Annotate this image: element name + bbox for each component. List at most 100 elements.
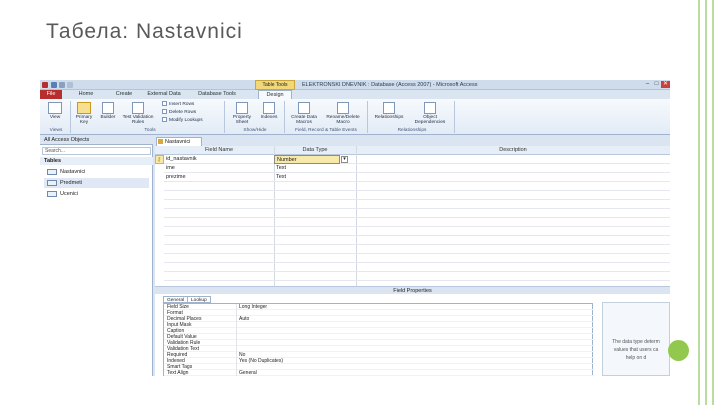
nav-pane-header[interactable]: All Access Objects — [40, 136, 153, 145]
object-dependencies-button[interactable]: Object Dependencies — [410, 102, 450, 125]
table-tools-context-tab: Table Tools — [255, 80, 295, 90]
header-data-type: Data Type — [302, 147, 328, 153]
separator — [454, 101, 455, 133]
save-icon[interactable] — [51, 82, 57, 88]
nav-group-tables[interactable]: Tables — [40, 157, 153, 165]
modify-lookups-button[interactable]: Modify Lookups — [162, 117, 203, 124]
field-properties-table: Field Size Long Integer Format Decimal Pl… — [163, 303, 594, 376]
help-text-line: The data type determ — [612, 339, 660, 345]
table-icon — [47, 169, 57, 175]
table-design-icon — [158, 139, 163, 144]
tab-design[interactable]: Design — [258, 90, 292, 99]
indexes-button[interactable]: Indexes — [258, 102, 280, 120]
slide: Табела: Nastavnici Table Tools ELEKTRONS… — [0, 0, 720, 405]
redo-icon[interactable] — [67, 82, 73, 88]
group-label-relationships: Relationships — [397, 128, 427, 133]
title-bar: Table Tools ELEKTRONSKI DNEVNIK : Databa… — [40, 80, 670, 90]
rename-delete-macro-button[interactable]: Rename/Delete Macro — [323, 102, 363, 125]
test-validation-rules-button[interactable]: Test Validation Rules — [120, 102, 156, 125]
field-row: ime Text — [164, 164, 670, 173]
decorative-line — [698, 0, 700, 405]
data-type-dropdown[interactable]: ▾ — [341, 156, 348, 163]
insert-rows-icon — [162, 101, 167, 106]
minimize-button[interactable]: – — [643, 81, 652, 88]
property-sheet-button[interactable]: Property Sheet — [228, 102, 256, 125]
field-name-cell[interactable]: prezime — [164, 173, 274, 182]
tab-nastavnici[interactable]: Nastavnici — [156, 137, 202, 146]
empty-row[interactable] — [164, 191, 670, 200]
field-row: id_nastavnik Number ▾ — [164, 155, 670, 164]
group-label-show-hide: Show/Hide — [243, 128, 267, 133]
delete-rows-icon — [162, 109, 167, 114]
help-text-line: values that users ca — [613, 347, 659, 353]
separator — [224, 101, 225, 133]
decorative-circle — [668, 340, 689, 361]
decorative-line — [712, 0, 714, 405]
nav-item-ucenici[interactable]: Ucenici — [44, 189, 149, 199]
tab-lookup[interactable]: Lookup — [187, 296, 211, 303]
data-type-cell[interactable]: Text — [274, 173, 356, 182]
empty-row[interactable] — [164, 209, 670, 218]
tab-create[interactable]: Create — [110, 90, 138, 99]
undo-icon[interactable] — [59, 82, 65, 88]
builder-button[interactable]: Builder — [98, 102, 118, 120]
empty-row[interactable] — [164, 272, 670, 281]
tab-database-tools[interactable]: Database Tools — [192, 90, 242, 99]
table-design-view: Field Name Data Type Description ⚷ id_na… — [155, 146, 670, 376]
nav-item-nastavnici[interactable]: Nastavnici — [44, 167, 149, 177]
field-properties-help: The data type determ values that users c… — [602, 302, 670, 376]
view-icon — [48, 102, 62, 114]
nav-search-input[interactable]: Search... — [42, 147, 151, 155]
data-type-cell[interactable]: Text — [274, 164, 356, 173]
close-button[interactable]: ✕ — [661, 81, 670, 88]
view-button[interactable]: View — [44, 102, 66, 120]
validation-icon — [132, 102, 144, 114]
separator — [236, 370, 237, 376]
field-name-cell[interactable]: ime — [164, 164, 274, 173]
property-name: Text Align — [167, 370, 189, 376]
empty-row[interactable] — [164, 245, 670, 254]
indexes-icon — [263, 102, 275, 114]
design-grid-header: Field Name Data Type Description — [155, 146, 670, 155]
tab-file[interactable]: File — [40, 90, 62, 99]
data-type-cell[interactable]: Number — [274, 155, 340, 164]
maximize-button[interactable]: □ — [652, 81, 661, 88]
property-row[interactable]: Text Align General — [164, 370, 594, 376]
rename-macro-icon — [337, 102, 349, 114]
relationships-button[interactable]: Relationships — [370, 102, 408, 120]
group-label-field-events: Field, Record & Table Events — [295, 128, 357, 133]
empty-row[interactable] — [164, 236, 670, 245]
separator — [284, 101, 285, 133]
tab-external-data[interactable]: External Data — [142, 90, 186, 99]
window-title: ELEKTRONSKI DNEVNIK : Database (Access 2… — [302, 82, 478, 88]
header-field-name: Field Name — [204, 147, 234, 153]
table-icon — [47, 180, 57, 186]
nav-item-predmeti[interactable]: Predmeti — [44, 178, 149, 188]
primary-key-button[interactable]: Primary Key — [72, 102, 96, 125]
group-label-views: Views — [49, 128, 63, 133]
modify-lookups-icon — [162, 117, 167, 122]
ribbon: View Primary Key Builder Test Validation… — [40, 99, 670, 135]
empty-row[interactable] — [164, 200, 670, 209]
insert-rows-button[interactable]: Insert Rows — [162, 101, 194, 108]
header-description: Description — [499, 147, 527, 153]
create-data-macros-button[interactable]: Create Data Macros — [287, 102, 321, 125]
field-name-cell[interactable]: id_nastavnik — [164, 155, 274, 164]
row-selector[interactable]: ⚷ — [155, 155, 164, 164]
empty-row[interactable] — [164, 182, 670, 191]
slide-title: Табела: Nastavnici — [46, 20, 243, 43]
tab-general[interactable]: General — [163, 296, 189, 303]
tab-home[interactable]: Home — [74, 90, 98, 99]
empty-row[interactable] — [164, 263, 670, 272]
empty-row[interactable] — [164, 227, 670, 236]
delete-rows-button[interactable]: Delete Rows — [162, 109, 196, 116]
primary-key-icon: ⚷ — [157, 157, 162, 163]
access-app-icon — [42, 82, 48, 88]
field-properties-bar: Field Properties — [155, 286, 670, 294]
separator — [70, 101, 71, 133]
empty-row[interactable] — [164, 218, 670, 227]
field-row: prezime Text — [164, 173, 670, 182]
empty-row[interactable] — [164, 254, 670, 263]
key-icon — [77, 102, 91, 114]
dependencies-icon — [424, 102, 436, 114]
